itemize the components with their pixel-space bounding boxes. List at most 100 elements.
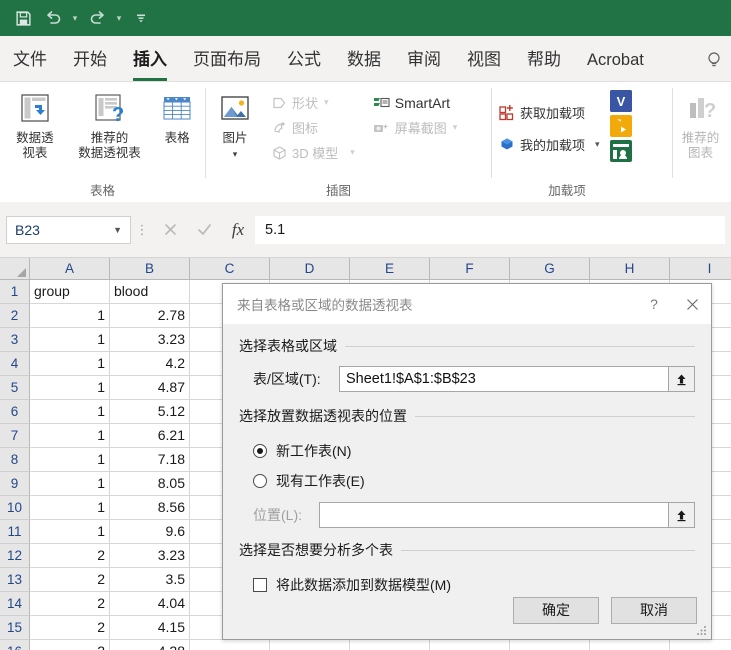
select-all-corner[interactable] — [0, 258, 30, 280]
cell-B5[interactable]: 4.87 — [110, 376, 190, 400]
save-icon[interactable] — [8, 4, 38, 32]
row-header-16[interactable]: 16 — [0, 640, 30, 650]
my-addins-button[interactable]: 我的加载项 ▾ — [492, 128, 604, 160]
tab-insert[interactable]: 插入 — [120, 39, 180, 81]
tab-home[interactable]: 开始 — [60, 39, 120, 81]
row-header-13[interactable]: 13 — [0, 568, 30, 592]
pivot-table-button[interactable]: 数据透 视表 — [0, 88, 70, 161]
row-header-1[interactable]: 1 — [0, 280, 30, 304]
tab-page-layout[interactable]: 页面布局 — [180, 39, 274, 81]
row-header-15[interactable]: 15 — [0, 616, 30, 640]
cell-A7[interactable]: 1 — [30, 424, 110, 448]
row-header-5[interactable]: 5 — [0, 376, 30, 400]
cell-B4[interactable]: 4.2 — [110, 352, 190, 376]
cell-B15[interactable]: 4.15 — [110, 616, 190, 640]
row-header-14[interactable]: 14 — [0, 592, 30, 616]
cell-A10[interactable]: 1 — [30, 496, 110, 520]
cell-A2[interactable]: 1 — [30, 304, 110, 328]
get-addins-button[interactable]: 获取加载项 — [492, 96, 604, 128]
cell-B16[interactable]: 4.28 — [110, 640, 190, 650]
cell-B8[interactable]: 7.18 — [110, 448, 190, 472]
cell-B9[interactable]: 8.05 — [110, 472, 190, 496]
column-header-F[interactable]: F — [430, 258, 510, 280]
picture-dropdown-caret-icon[interactable]: ▾ — [233, 149, 238, 159]
row-header-9[interactable]: 9 — [0, 472, 30, 496]
column-header-B[interactable]: B — [110, 258, 190, 280]
cell-A15[interactable]: 2 — [30, 616, 110, 640]
cell-B12[interactable]: 3.23 — [110, 544, 190, 568]
row-header-12[interactable]: 12 — [0, 544, 30, 568]
row-header-6[interactable]: 6 — [0, 400, 30, 424]
tab-acrobat[interactable]: Acrobat — [574, 39, 657, 81]
3d-model-caret-icon[interactable]: ▾ — [350, 147, 355, 158]
dialog-help-button[interactable]: ? — [635, 287, 673, 321]
cell-A13[interactable]: 2 — [30, 568, 110, 592]
column-header-H[interactable]: H — [590, 258, 670, 280]
cell-A1[interactable]: group — [30, 280, 110, 304]
cell-I16[interactable] — [670, 640, 731, 650]
table-button[interactable]: 表格 — [149, 88, 205, 146]
cell-B1[interactable]: blood — [110, 280, 190, 304]
cell-A14[interactable]: 2 — [30, 592, 110, 616]
tab-formulas[interactable]: 公式 — [274, 39, 334, 81]
row-header-8[interactable]: 8 — [0, 448, 30, 472]
cell-A16[interactable]: 2 — [30, 640, 110, 650]
tell-me-lightbulb-icon[interactable] — [697, 39, 731, 81]
resize-grip-icon[interactable] — [696, 624, 708, 636]
insert-function-icon[interactable]: fx — [221, 216, 255, 244]
cell-B6[interactable]: 5.12 — [110, 400, 190, 424]
formula-bar-handle[interactable]: ⋮ — [131, 222, 153, 238]
radio-existing-worksheet-row[interactable]: 现有工作表(E) — [253, 466, 695, 496]
cell-F16[interactable] — [430, 640, 510, 650]
tab-data[interactable]: 数据 — [334, 39, 394, 81]
cell-A12[interactable]: 2 — [30, 544, 110, 568]
screenshot-button[interactable]: 屏幕截图 ▾ — [367, 115, 462, 140]
radio-existing-worksheet[interactable] — [253, 474, 267, 488]
visio-addin-icon[interactable]: V — [609, 90, 632, 112]
column-header-D[interactable]: D — [270, 258, 350, 280]
radio-new-worksheet-row[interactable]: 新工作表(N) — [253, 436, 695, 466]
cell-A8[interactable]: 1 — [30, 448, 110, 472]
my-addins-caret-icon[interactable]: ▾ — [595, 139, 600, 150]
dialog-close-button[interactable] — [673, 287, 711, 321]
cell-B3[interactable]: 3.23 — [110, 328, 190, 352]
cell-B14[interactable]: 4.04 — [110, 592, 190, 616]
cancel-button[interactable]: 取消 — [611, 596, 697, 624]
cell-B10[interactable]: 8.56 — [110, 496, 190, 520]
column-header-C[interactable]: C — [190, 258, 270, 280]
cell-B11[interactable]: 9.6 — [110, 520, 190, 544]
redo-icon[interactable] — [82, 4, 112, 32]
redo-dropdown-caret-icon[interactable]: ▾ — [112, 4, 126, 32]
cell-A4[interactable]: 1 — [30, 352, 110, 376]
screenshot-caret-icon[interactable]: ▾ — [453, 122, 458, 133]
cell-A6[interactable]: 1 — [30, 400, 110, 424]
3d-model-button[interactable]: 3D 模型 ▾ — [264, 140, 359, 165]
cell-A3[interactable]: 1 — [30, 328, 110, 352]
cancel-entry-icon[interactable] — [153, 216, 187, 244]
shapes-caret-icon[interactable]: ▾ — [324, 97, 329, 108]
tab-file[interactable]: 文件 — [0, 39, 60, 81]
column-header-G[interactable]: G — [510, 258, 590, 280]
customize-qat-icon[interactable] — [126, 4, 156, 32]
cell-D16[interactable] — [270, 640, 350, 650]
row-header-7[interactable]: 7 — [0, 424, 30, 448]
cell-B7[interactable]: 6.21 — [110, 424, 190, 448]
range-input[interactable]: Sheet1!$A$1:$B$23 — [339, 366, 669, 392]
tab-view[interactable]: 视图 — [454, 39, 514, 81]
tab-help[interactable]: 帮助 — [514, 39, 574, 81]
column-header-I[interactable]: I — [670, 258, 731, 280]
cell-B2[interactable]: 2.78 — [110, 304, 190, 328]
picture-button[interactable]: 图片 ▾ — [206, 88, 264, 159]
undo-icon[interactable] — [38, 4, 68, 32]
radio-new-worksheet[interactable] — [253, 444, 267, 458]
confirm-entry-icon[interactable] — [187, 216, 221, 244]
bing-maps-addin-icon[interactable] — [609, 115, 632, 137]
range-picker-button[interactable] — [669, 366, 695, 392]
location-input[interactable] — [319, 502, 669, 528]
people-graph-addin-icon[interactable] — [609, 140, 632, 162]
column-header-E[interactable]: E — [350, 258, 430, 280]
location-picker-button[interactable] — [669, 502, 695, 528]
cell-H16[interactable] — [590, 640, 670, 650]
shapes-button[interactable]: 形状 ▾ — [264, 90, 359, 115]
cell-B13[interactable]: 3.5 — [110, 568, 190, 592]
